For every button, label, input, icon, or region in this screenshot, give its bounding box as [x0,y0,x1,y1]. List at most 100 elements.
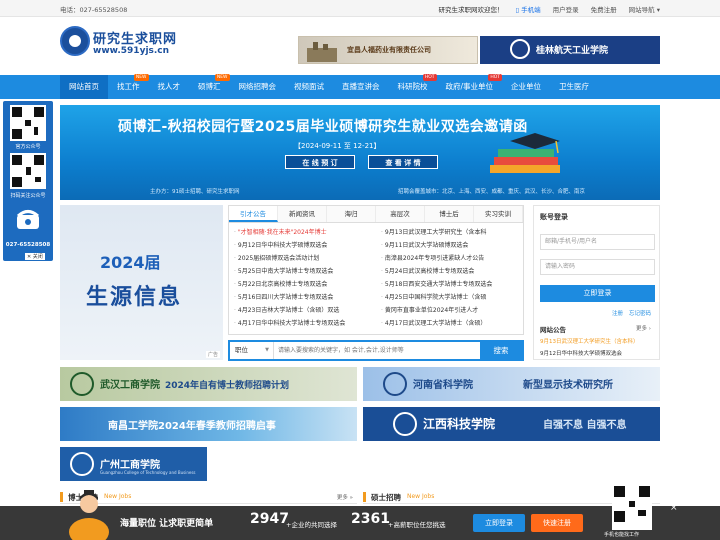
news-item[interactable]: · 5月25日中南大学站博士专场双选会 [234,265,376,278]
qr-code-follow [10,153,46,189]
nav-item[interactable]: 硕博汇 NEW [189,74,230,99]
section-left-more[interactable]: 更多 » [337,493,353,501]
mobile-link[interactable]: ▯ 手机端 [516,4,541,14]
header-ad-yichang-text: 宜昌人福药业有限责任公司 [347,46,431,54]
top-login-link[interactable]: 用户登录 [553,4,579,14]
banner-organizer: 主办方：91硕士招聘、研究生求职网 [150,189,240,195]
announcement-more-link[interactable]: 更多 › [636,324,651,332]
banner-date: 【2024-09-11 至 12-21】 [294,142,381,150]
announcement-more-label: 更多 [636,326,648,332]
ad-wuhan-business[interactable]: 武汉工商学院 2024年自有博士教师招聘计划 [60,367,357,401]
news-item[interactable]: · 4月17日华中科技大学站博士专场双选会 [234,317,376,330]
nav-item[interactable]: 网络招聘会 [230,75,286,99]
ad2-name: 河南省科学院 [413,380,473,391]
bottom-slogan: 海量职位 让求职更简单 [120,519,214,529]
nav-item[interactable]: 企业单位 [502,75,550,99]
sidebar-close-button[interactable]: ✕ 关闭 [25,253,45,260]
nav-item[interactable]: 找人才 [149,75,190,99]
bullet-icon: · [234,320,236,327]
banner-book-button[interactable]: 在 线 预 订 [285,155,355,169]
nav-item[interactable]: 政府/事业单位 HOT [437,74,503,99]
bullet-icon: · [234,307,236,314]
news-tab[interactable]: 引才公告 [229,206,278,222]
nav-item[interactable]: 科研院校 HOT [389,74,437,99]
header-ad-yichang[interactable]: 宜昌人福药业有限责任公司 [298,36,478,64]
ad2-text: 新型显示技术研究所 [523,380,613,391]
news-item[interactable]: · 4月25日中国科学院大学站博士（含硕 [381,291,523,304]
bottom-register-button[interactable]: 快速注册 [531,514,583,532]
ad3-text: 南昌工学院2024年春季教师招聘启事 [108,421,276,432]
bullet-icon: · [381,229,383,236]
news-item-text: 黄冈市直事业单位2024年引进人才 [384,307,479,314]
forgot-password-link[interactable]: 忘记密码 [629,309,651,317]
news-item-text: 4月25日中国科学院大学站博士（含硕 [384,294,487,301]
register-link[interactable]: 注册 [612,309,623,317]
promo-student-info[interactable]: 2024届 生源信息 广告 [60,205,223,360]
username-field[interactable]: 邮箱/手机号/用户名 [540,234,655,250]
nav-item[interactable]: 找工作 NEW [108,74,149,99]
search-button[interactable]: 搜索 [480,342,522,359]
bullet-icon: · [381,294,383,301]
nav-item-label: 网络招聘会 [238,82,277,91]
ad-guangzhou-business[interactable]: 广州工商学院 Guangzhou College of Technology a… [60,447,207,481]
ad-jiangxi-tech[interactable]: 江西科技学院 自强不息 自强不息 [363,407,660,441]
news-item[interactable]: · 4月23日吉林大学站博士（含硕）双选 [234,304,376,317]
site-nav-link[interactable]: 网站导航 ▾ [629,4,660,14]
news-tab[interactable]: 新闻资讯 [278,206,327,222]
bullet-icon: · [234,229,236,236]
news-tab[interactable]: 实习实训 [474,206,523,222]
search-type-select[interactable]: 职位 ▼ [230,342,274,359]
announcement-item[interactable]: 9月12日华中科技大学硕博双选会 [540,349,658,357]
ad-nanchang-tech[interactable]: 南昌工学院2024年春季教师招聘启事 [60,407,357,441]
nav-item[interactable]: 网站首页 [60,75,108,99]
nav-item-label: 企业单位 [511,82,542,91]
ad5-name: 广州工商学院 [100,460,160,471]
news-item[interactable]: · 5月22日北京高校博士专场双选会 [234,278,376,291]
main-nav: 网站首页 找工作 NEW 找人才 硕博汇 NEW 网络招聘会 视频面试 直播宣讲会 科研院校 HOT… [0,74,720,99]
nav-item-label: 卫生医疗 [559,82,590,91]
news-item[interactable]: · 5月18日西安交通大学站博士专场双选会 [381,278,523,291]
logo-emblem-icon [60,26,90,56]
ad1-text: 2024年自有博士教师招聘计划 [165,381,290,391]
news-item-text: 5月18日西安交通大学站博士专场双选会 [384,281,493,288]
news-item[interactable]: · 9月13日武汉理工大学研究生（含本科 [381,226,523,239]
news-item[interactable]: · 黄冈市直事业单位2024年引进人才 [381,304,523,317]
banner-detail-button[interactable]: 查 看 详 情 [368,155,438,169]
login-title: 账号登录 [540,213,568,221]
bullet-icon: · [381,281,383,288]
news-item[interactable]: · 5月16日四川大学站博士专场双选会 [234,291,376,304]
site-logo[interactable]: 研究生求职网 www.591yjs.cn [60,26,210,66]
news-item[interactable]: · 4月17日武汉理工大学站博士（含硕） [381,317,523,330]
promo-ad-tag: 广告 [205,351,220,358]
nav-item-label: 找人才 [157,82,181,91]
password-field[interactable]: 请输入密码 [540,259,655,275]
news-tab[interactable]: 海归 [327,206,376,222]
close-icon[interactable]: × [670,503,678,513]
header-ad-guilin[interactable]: 桂林航天工业学院 [480,36,660,64]
news-tab[interactable]: 博士后 [425,206,474,222]
bottom-login-button[interactable]: 立即登录 [473,514,525,532]
nav-item[interactable]: 视频面试 [285,75,333,99]
news-item[interactable]: · 2025届招硕博双选会活动计划 [234,252,376,265]
section-left-more-label: 更多 [336,495,348,501]
search-input[interactable] [276,342,481,359]
news-item-text: 9月13日武汉理工大学研究生（含本科 [384,229,487,236]
ad-henan-academy[interactable]: 河南省科学院 新型显示技术研究所 [363,367,660,401]
top-register-link[interactable]: 免费注册 [591,4,617,14]
nav-item[interactable]: 直播宣讲会 [333,75,389,99]
nav-item[interactable]: 卫生医疗 [550,75,598,99]
news-item[interactable]: · 南漳县2024年专项引进紧缺人才公告 [381,252,523,265]
sidebar-tel: 027-65528508 [5,242,51,248]
job-search-bar: 职位 ▼ 搜索 [228,340,524,361]
news-item-text: 4月17日华中科技大学站博士专场双选会 [237,320,346,327]
news-item[interactable]: · 9月12日华中科技大学硕博双选会 [234,239,376,252]
news-item[interactable]: · 5月24日武汉高校博士专场双选会 [381,265,523,278]
bullet-icon: · [381,242,383,249]
announcement-item[interactable]: 9月13日武汉理工大学研究生（含本科） [540,337,658,345]
news-item[interactable]: · "才智相随·我在未来"2024年博士 [234,226,376,239]
news-tab[interactable]: 高层次 [376,206,425,222]
news-item-text: 4月23日吉林大学站博士（含硕）双选 [237,307,340,314]
hero-banner[interactable]: 硕博汇-秋招校园行暨2025届毕业硕博研究生就业双选会邀请函 【2024-09-… [60,105,660,200]
news-item[interactable]: · 9月11日武汉大学站硕博双选会 [381,239,523,252]
login-button[interactable]: 立即登录 [540,285,655,302]
